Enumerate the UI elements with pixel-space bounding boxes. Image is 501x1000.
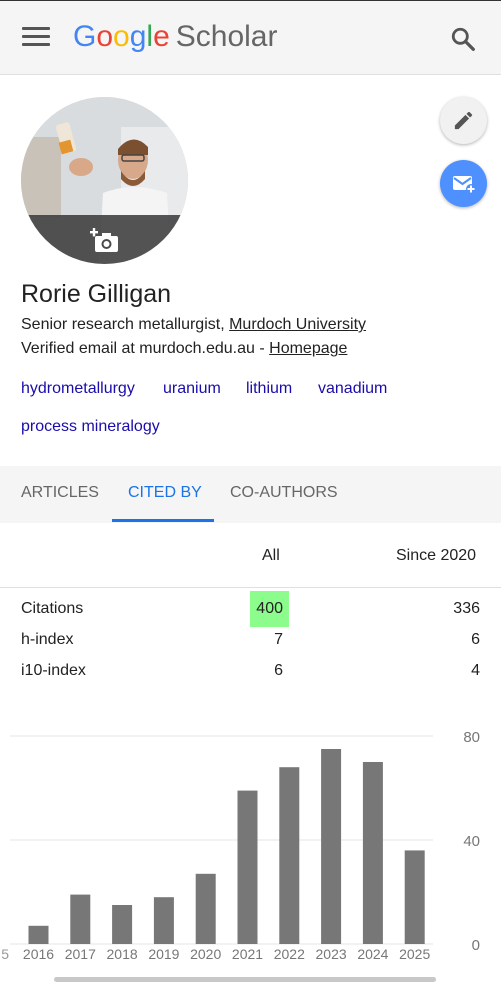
- mail-plus-icon: [453, 176, 476, 194]
- tab-bar: ARTICLES CITED BY CO-AUTHORS: [0, 466, 501, 523]
- chart-bar: [153, 897, 174, 944]
- h-index-all-value: 7: [274, 631, 283, 648]
- h-index-since-value: 6: [471, 631, 480, 648]
- logo-letter: G: [73, 20, 97, 53]
- edit-profile-button[interactable]: [440, 97, 487, 144]
- row-label-citations: Citations: [21, 600, 84, 617]
- institution-link[interactable]: Murdoch University: [229, 316, 366, 333]
- tab-cited-by[interactable]: CITED BY: [128, 484, 202, 502]
- row-label-i10-index: i10-index: [21, 662, 86, 679]
- chart-bar: [28, 925, 49, 944]
- logo-letter: o: [113, 20, 130, 53]
- citations-all-value: 400: [256, 600, 283, 617]
- follow-button[interactable]: [440, 160, 487, 207]
- logo-letter: e: [153, 20, 170, 53]
- top-app-bar: Google Scholar: [0, 0, 501, 75]
- x-tick-label: 2019: [148, 946, 179, 962]
- chart-bar: [112, 905, 133, 944]
- x-tick-label: 2022: [274, 946, 305, 962]
- chart-bar: [321, 749, 342, 944]
- column-header-all: All: [262, 547, 280, 564]
- pencil-icon: [454, 111, 473, 130]
- x-tick-label: 2018: [107, 946, 138, 962]
- chart-bar: [404, 850, 425, 944]
- y-tick-label: 0: [472, 937, 480, 954]
- logo-letter: g: [129, 20, 147, 53]
- y-tick-label: 40: [463, 833, 480, 850]
- citations-per-year-chart: 0 40 80 2016 2017 2018 2019 2020 2021 2022 2023 202…: [1, 729, 480, 962]
- homepage-link[interactable]: Homepage: [269, 340, 347, 357]
- affiliation-title: Senior research metallurgist,: [21, 316, 230, 333]
- chart-bar: [279, 767, 300, 944]
- search-icon[interactable]: [450, 26, 476, 52]
- row-label-h-index: h-index: [21, 631, 74, 648]
- interest-link[interactable]: lithium: [246, 380, 292, 398]
- tab-articles[interactable]: ARTICLES: [21, 484, 99, 502]
- active-tab-indicator: [112, 519, 214, 522]
- chart-bar: [362, 762, 383, 944]
- profile-email: Verified email at murdoch.edu.au - Homep…: [21, 340, 347, 358]
- add-photo-icon[interactable]: [90, 228, 120, 254]
- logo-scholar-text: Scholar: [175, 20, 278, 53]
- i10-index-since-value: 4: [471, 662, 480, 679]
- column-header-since: Since 2020: [396, 547, 477, 564]
- interest-link[interactable]: uranium: [163, 380, 221, 398]
- i10-index-all-value: 6: [274, 662, 283, 679]
- chart-scrollbar[interactable]: [54, 977, 436, 982]
- tab-co-authors[interactable]: CO-AUTHORS: [230, 484, 338, 502]
- verified-email-text: Verified email at murdoch.edu.au -: [21, 340, 270, 357]
- menu-icon[interactable]: [22, 27, 50, 49]
- x-tick-label: 2025: [399, 946, 430, 962]
- x-tick-label: 2024: [357, 946, 388, 962]
- profile-name: Rorie Gilligan: [21, 280, 172, 308]
- logo-letter: o: [96, 20, 114, 53]
- table-divider: [0, 587, 501, 588]
- x-tick-label: 2017: [65, 946, 96, 962]
- citations-since-value: 336: [453, 600, 480, 617]
- interest-link[interactable]: process mineralogy: [21, 418, 160, 436]
- x-tick-label: 2016: [23, 946, 54, 962]
- x-tick-label: 2023: [316, 946, 347, 962]
- google-scholar-logo[interactable]: Google Scholar: [73, 18, 277, 56]
- chart-bar: [195, 873, 216, 944]
- interest-link[interactable]: vanadium: [318, 380, 387, 398]
- x-tick-label: 2021: [232, 946, 263, 962]
- chart-bar: [70, 894, 91, 944]
- profile-affiliation: Senior research metallurgist, Murdoch Un…: [21, 316, 366, 334]
- x-tick-label: 2020: [190, 946, 221, 962]
- x-tick-label-partial: 5: [1, 946, 9, 962]
- chart-bar: [237, 790, 258, 944]
- y-tick-label: 80: [463, 729, 480, 746]
- interest-link[interactable]: hydrometallurgy: [21, 380, 135, 398]
